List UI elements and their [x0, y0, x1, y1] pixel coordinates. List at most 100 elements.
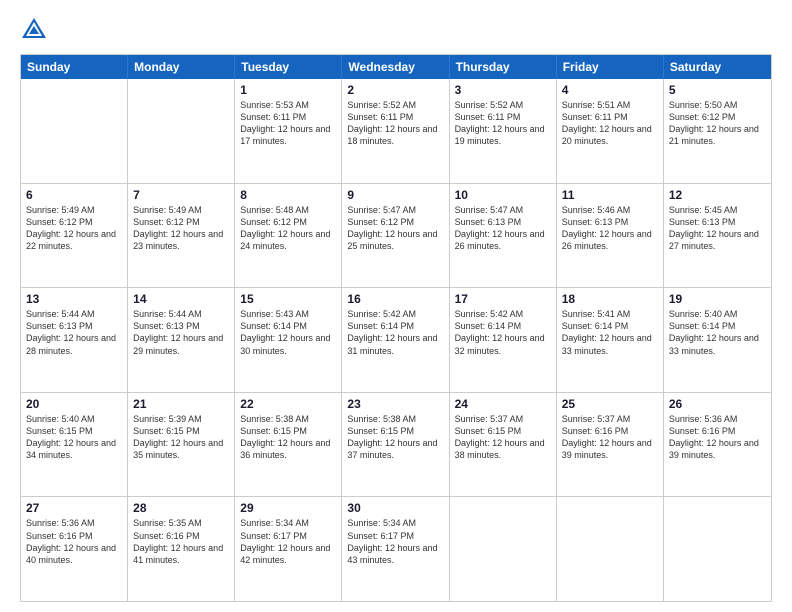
cal-header-day: Sunday: [21, 55, 128, 79]
day-info: Sunrise: 5:40 AM Sunset: 6:15 PM Dayligh…: [26, 413, 122, 462]
cal-header-day: Friday: [557, 55, 664, 79]
day-info: Sunrise: 5:36 AM Sunset: 6:16 PM Dayligh…: [26, 517, 122, 566]
day-number: 25: [562, 397, 658, 411]
day-info: Sunrise: 5:35 AM Sunset: 6:16 PM Dayligh…: [133, 517, 229, 566]
calendar-cell: 19 Sunrise: 5:40 AM Sunset: 6:14 PM Dayli…: [664, 288, 771, 392]
day-info: Sunrise: 5:46 AM Sunset: 6:13 PM Dayligh…: [562, 204, 658, 253]
day-number: 29: [240, 501, 336, 515]
calendar-week-row: 1Sunrise: 5:53 AM Sunset: 6:11 PM Daylig…: [21, 79, 771, 183]
calendar-week-row: 27 Sunrise: 5:36 AM Sunset: 6:16 PM Dayli…: [21, 496, 771, 601]
calendar-cell: 15 Sunrise: 5:43 AM Sunset: 6:14 PM Dayli…: [235, 288, 342, 392]
calendar-cell: 1Sunrise: 5:53 AM Sunset: 6:11 PM Daylig…: [235, 79, 342, 183]
cal-header-day: Tuesday: [235, 55, 342, 79]
calendar-week-row: 13 Sunrise: 5:44 AM Sunset: 6:13 PM Dayli…: [21, 287, 771, 392]
calendar-cell: 23 Sunrise: 5:38 AM Sunset: 6:15 PM Dayli…: [342, 393, 449, 497]
day-number: 2: [347, 83, 443, 97]
day-info: Sunrise: 5:51 AM Sunset: 6:11 PM Dayligh…: [562, 99, 658, 148]
day-info: Sunrise: 5:41 AM Sunset: 6:14 PM Dayligh…: [562, 308, 658, 357]
day-info: Sunrise: 5:45 AM Sunset: 6:13 PM Dayligh…: [669, 204, 766, 253]
day-number: 22: [240, 397, 336, 411]
calendar-cell: 18 Sunrise: 5:41 AM Sunset: 6:14 PM Dayli…: [557, 288, 664, 392]
calendar-cell: 21 Sunrise: 5:39 AM Sunset: 6:15 PM Dayli…: [128, 393, 235, 497]
calendar: SundayMondayTuesdayWednesdayThursdayFrid…: [20, 54, 772, 602]
day-number: 19: [669, 292, 766, 306]
calendar-cell: 29Sunrise: 5:34 AM Sunset: 6:17 PM Dayli…: [235, 497, 342, 601]
calendar-cell: 26 Sunrise: 5:36 AM Sunset: 6:16 PM Dayli…: [664, 393, 771, 497]
logo-icon: [20, 16, 48, 44]
calendar-cell: 7Sunrise: 5:49 AM Sunset: 6:12 PM Daylig…: [128, 184, 235, 288]
day-number: 28: [133, 501, 229, 515]
calendar-cell: [450, 497, 557, 601]
day-number: 5: [669, 83, 766, 97]
calendar-cell: 4Sunrise: 5:51 AM Sunset: 6:11 PM Daylig…: [557, 79, 664, 183]
day-info: Sunrise: 5:34 AM Sunset: 6:17 PM Dayligh…: [347, 517, 443, 566]
day-number: 26: [669, 397, 766, 411]
day-number: 21: [133, 397, 229, 411]
calendar-cell: [557, 497, 664, 601]
day-number: 1: [240, 83, 336, 97]
calendar-cell: 28 Sunrise: 5:35 AM Sunset: 6:16 PM Dayli…: [128, 497, 235, 601]
calendar-cell: 16 Sunrise: 5:42 AM Sunset: 6:14 PM Dayli…: [342, 288, 449, 392]
calendar-cell: 5 Sunrise: 5:50 AM Sunset: 6:12 PM Daylig…: [664, 79, 771, 183]
day-number: 16: [347, 292, 443, 306]
day-number: 12: [669, 188, 766, 202]
calendar-cell: 3Sunrise: 5:52 AM Sunset: 6:11 PM Daylig…: [450, 79, 557, 183]
day-number: 14: [133, 292, 229, 306]
day-info: Sunrise: 5:37 AM Sunset: 6:15 PM Dayligh…: [455, 413, 551, 462]
calendar-cell: [21, 79, 128, 183]
day-info: Sunrise: 5:49 AM Sunset: 6:12 PM Dayligh…: [26, 204, 122, 253]
calendar-cell: 30Sunrise: 5:34 AM Sunset: 6:17 PM Dayli…: [342, 497, 449, 601]
calendar-cell: 17Sunrise: 5:42 AM Sunset: 6:14 PM Dayli…: [450, 288, 557, 392]
calendar-cell: 24 Sunrise: 5:37 AM Sunset: 6:15 PM Dayli…: [450, 393, 557, 497]
day-info: Sunrise: 5:40 AM Sunset: 6:14 PM Dayligh…: [669, 308, 766, 357]
calendar-week-row: 6Sunrise: 5:49 AM Sunset: 6:12 PM Daylig…: [21, 183, 771, 288]
day-number: 20: [26, 397, 122, 411]
calendar-cell: 10 Sunrise: 5:47 AM Sunset: 6:13 PM Dayli…: [450, 184, 557, 288]
day-info: Sunrise: 5:44 AM Sunset: 6:13 PM Dayligh…: [26, 308, 122, 357]
calendar-header: SundayMondayTuesdayWednesdayThursdayFrid…: [21, 55, 771, 79]
day-number: 10: [455, 188, 551, 202]
day-number: 24: [455, 397, 551, 411]
day-info: Sunrise: 5:42 AM Sunset: 6:14 PM Dayligh…: [347, 308, 443, 357]
day-info: Sunrise: 5:44 AM Sunset: 6:13 PM Dayligh…: [133, 308, 229, 357]
day-info: Sunrise: 5:52 AM Sunset: 6:11 PM Dayligh…: [347, 99, 443, 148]
calendar-cell: 2 Sunrise: 5:52 AM Sunset: 6:11 PM Daylig…: [342, 79, 449, 183]
cal-header-day: Monday: [128, 55, 235, 79]
day-info: Sunrise: 5:37 AM Sunset: 6:16 PM Dayligh…: [562, 413, 658, 462]
day-info: Sunrise: 5:50 AM Sunset: 6:12 PM Dayligh…: [669, 99, 766, 148]
day-info: Sunrise: 5:36 AM Sunset: 6:16 PM Dayligh…: [669, 413, 766, 462]
calendar-cell: [128, 79, 235, 183]
calendar-cell: 14 Sunrise: 5:44 AM Sunset: 6:13 PM Dayli…: [128, 288, 235, 392]
calendar-cell: 6Sunrise: 5:49 AM Sunset: 6:12 PM Daylig…: [21, 184, 128, 288]
day-number: 27: [26, 501, 122, 515]
page: SundayMondayTuesdayWednesdayThursdayFrid…: [0, 0, 792, 612]
cal-header-day: Thursday: [450, 55, 557, 79]
calendar-cell: 11 Sunrise: 5:46 AM Sunset: 6:13 PM Dayli…: [557, 184, 664, 288]
day-info: Sunrise: 5:48 AM Sunset: 6:12 PM Dayligh…: [240, 204, 336, 253]
day-info: Sunrise: 5:43 AM Sunset: 6:14 PM Dayligh…: [240, 308, 336, 357]
calendar-cell: 27 Sunrise: 5:36 AM Sunset: 6:16 PM Dayli…: [21, 497, 128, 601]
calendar-cell: 9Sunrise: 5:47 AM Sunset: 6:12 PM Daylig…: [342, 184, 449, 288]
day-info: Sunrise: 5:42 AM Sunset: 6:14 PM Dayligh…: [455, 308, 551, 357]
header: [20, 16, 772, 44]
day-info: Sunrise: 5:52 AM Sunset: 6:11 PM Dayligh…: [455, 99, 551, 148]
day-number: 18: [562, 292, 658, 306]
day-number: 23: [347, 397, 443, 411]
calendar-cell: 13 Sunrise: 5:44 AM Sunset: 6:13 PM Dayli…: [21, 288, 128, 392]
logo: [20, 16, 52, 44]
calendar-body: 1Sunrise: 5:53 AM Sunset: 6:11 PM Daylig…: [21, 79, 771, 601]
day-info: Sunrise: 5:38 AM Sunset: 6:15 PM Dayligh…: [240, 413, 336, 462]
day-number: 11: [562, 188, 658, 202]
day-number: 13: [26, 292, 122, 306]
day-number: 15: [240, 292, 336, 306]
day-info: Sunrise: 5:39 AM Sunset: 6:15 PM Dayligh…: [133, 413, 229, 462]
day-number: 8: [240, 188, 336, 202]
day-info: Sunrise: 5:38 AM Sunset: 6:15 PM Dayligh…: [347, 413, 443, 462]
calendar-week-row: 20 Sunrise: 5:40 AM Sunset: 6:15 PM Dayli…: [21, 392, 771, 497]
day-info: Sunrise: 5:49 AM Sunset: 6:12 PM Dayligh…: [133, 204, 229, 253]
day-number: 9: [347, 188, 443, 202]
calendar-cell: 25 Sunrise: 5:37 AM Sunset: 6:16 PM Dayli…: [557, 393, 664, 497]
calendar-cell: 8 Sunrise: 5:48 AM Sunset: 6:12 PM Daylig…: [235, 184, 342, 288]
calendar-cell: [664, 497, 771, 601]
day-info: Sunrise: 5:47 AM Sunset: 6:13 PM Dayligh…: [455, 204, 551, 253]
